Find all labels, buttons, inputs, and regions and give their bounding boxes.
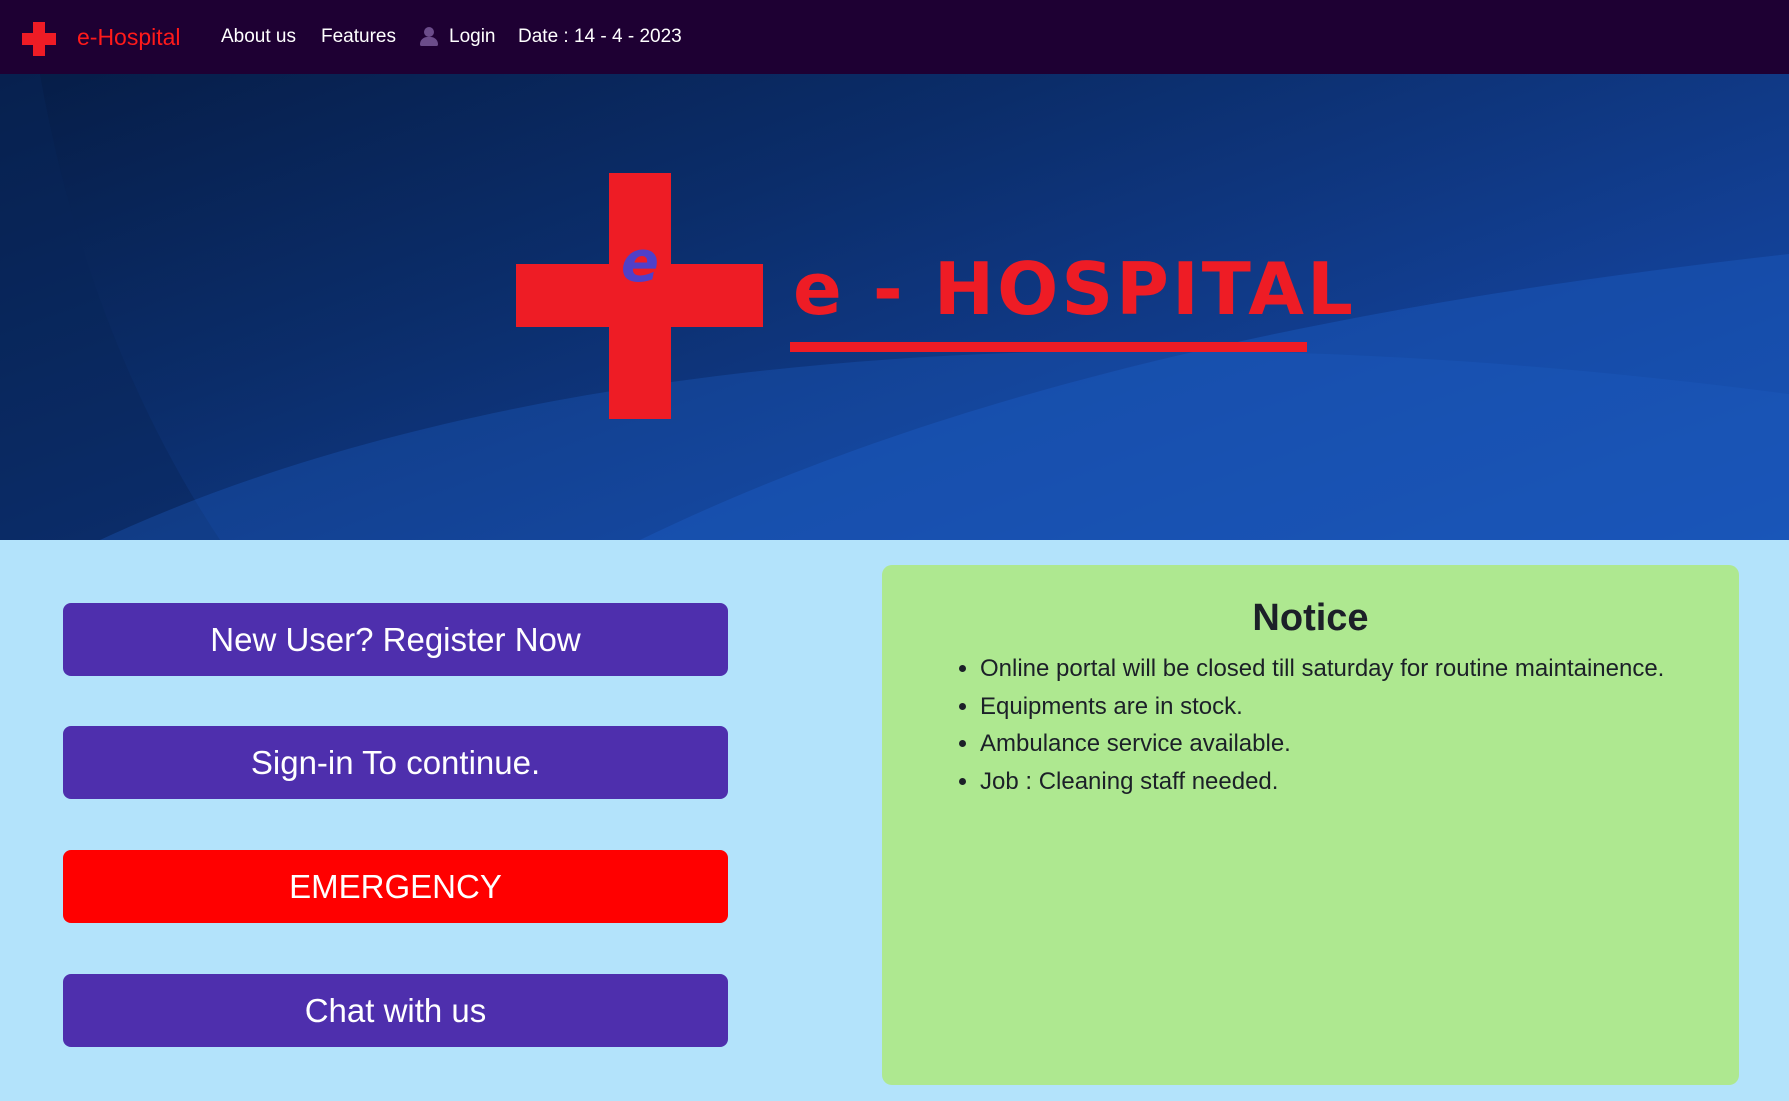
hero-banner: e e - HOSPITAL: [0, 74, 1789, 540]
notice-title: Notice: [1252, 597, 1369, 639]
notice-item: Online portal will be closed till saturd…: [980, 650, 1664, 688]
nav-about-us[interactable]: About us: [221, 24, 296, 50]
hero-title-underline: [790, 342, 1307, 352]
notice-list: Online portal will be closed till saturd…: [956, 650, 1664, 800]
sign-in-button[interactable]: Sign-in To continue.: [63, 726, 728, 799]
nav-features[interactable]: Features: [321, 24, 396, 50]
user-icon[interactable]: [419, 27, 439, 47]
notice-item: Equipments are in stock.: [980, 688, 1664, 726]
nav-login[interactable]: Login: [449, 24, 496, 50]
hero-title: e - HOSPITAL: [793, 247, 1356, 331]
notice-item: Ambulance service available.: [980, 725, 1664, 763]
register-button[interactable]: New User? Register Now: [63, 603, 728, 676]
nav-date: Date : 14 - 4 - 2023: [518, 26, 682, 47]
hero-logo-letter: e: [621, 230, 659, 295]
notice-panel: Notice Online portal will be closed till…: [882, 565, 1739, 1085]
notice-item: Job : Cleaning staff needed.: [980, 763, 1664, 801]
red-cross-icon[interactable]: [22, 22, 56, 56]
top-navbar: e-Hospital About us Features Login Date …: [0, 0, 1789, 74]
chat-button[interactable]: Chat with us: [63, 974, 728, 1047]
emergency-button[interactable]: EMERGENCY: [63, 850, 728, 923]
brand-link[interactable]: e-Hospital: [77, 22, 181, 52]
